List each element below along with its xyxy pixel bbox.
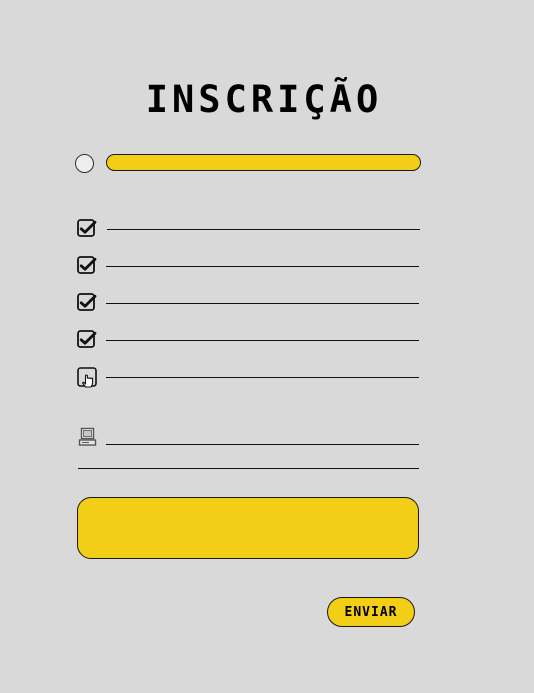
submit-button[interactable]: ENVIAR (327, 597, 415, 627)
checkbox-checked-icon[interactable] (77, 256, 97, 276)
computer-icon (78, 427, 97, 446)
option-line-2[interactable] (106, 266, 419, 267)
form-title: INSCRIÇÃO (145, 78, 383, 121)
checkbox-checked-icon[interactable] (77, 293, 97, 313)
checkbox-checked-icon[interactable] (77, 330, 97, 350)
text-field-line[interactable] (78, 468, 419, 469)
checkbox-checked-icon[interactable] (77, 219, 97, 239)
text-field-line[interactable] (106, 444, 419, 445)
option-line-5[interactable] (106, 377, 419, 378)
checkbox-pointer-hand-icon[interactable] (77, 367, 97, 388)
name-input[interactable] (106, 154, 421, 171)
radio-button[interactable] (75, 154, 94, 173)
message-textarea[interactable] (77, 497, 419, 559)
option-line-4[interactable] (106, 340, 419, 341)
option-line-3[interactable] (106, 303, 419, 304)
option-line-1[interactable] (107, 229, 420, 230)
